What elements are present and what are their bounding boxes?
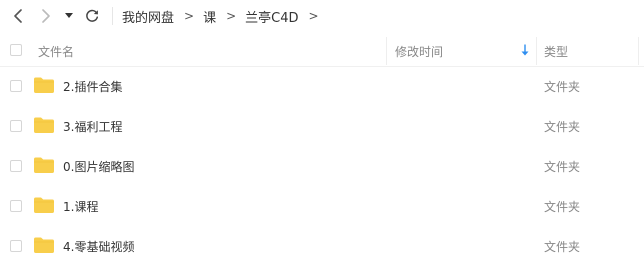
column-resize-handle[interactable]	[638, 37, 639, 65]
row-checkbox[interactable]	[10, 120, 22, 132]
row-checkbox[interactable]	[10, 240, 22, 252]
breadcrumb-separator[interactable]: >	[309, 9, 319, 23]
refresh-icon	[86, 9, 99, 22]
chevron-left-icon	[14, 9, 22, 23]
column-resize-handle[interactable]	[536, 37, 537, 65]
folder-icon	[34, 117, 54, 133]
breadcrumb-separator: >	[226, 9, 237, 23]
file-type: 文件夹	[544, 240, 581, 254]
toolbar: 我的网盘 > 课 > 兰亭C4D >	[0, 0, 644, 32]
triangle-down-icon	[65, 13, 73, 18]
history-dropdown-button[interactable]	[62, 6, 76, 26]
file-name[interactable]: 4.零基础视频	[63, 238, 134, 255]
breadcrumb-separator: >	[184, 9, 195, 23]
table-row[interactable]: 1.课程 文件夹	[0, 186, 644, 226]
column-header-name[interactable]: 文件名	[38, 43, 74, 60]
row-checkbox[interactable]	[10, 160, 22, 172]
toolbar-divider	[112, 7, 113, 25]
back-button[interactable]	[9, 6, 27, 26]
folder-icon	[34, 157, 54, 173]
table-row[interactable]: 4.零基础视频 文件夹	[0, 226, 644, 266]
file-name[interactable]: 2.插件合集	[63, 78, 122, 95]
table-row[interactable]: 2.插件合集 文件夹	[0, 66, 644, 106]
file-type: 文件夹	[544, 160, 581, 174]
folder-icon	[34, 77, 54, 93]
file-type: 文件夹	[544, 200, 581, 214]
file-name[interactable]: 1.课程	[63, 198, 98, 215]
column-header-modified[interactable]: 修改时间	[395, 43, 443, 60]
table-row[interactable]: 3.福利工程 文件夹	[0, 106, 644, 146]
breadcrumb-item-course[interactable]: 课	[203, 7, 216, 26]
file-list: 2.插件合集 文件夹 3.福利工程 文件夹 0.图片缩略图 文件夹 1.课程 文…	[0, 66, 644, 266]
file-type: 文件夹	[544, 120, 581, 134]
table-row[interactable]: 0.图片缩略图 文件夹	[0, 146, 644, 186]
folder-icon	[34, 197, 54, 213]
column-header-type[interactable]: 类型	[544, 43, 568, 60]
refresh-button[interactable]	[82, 6, 102, 26]
row-checkbox[interactable]	[10, 200, 22, 212]
arrow-down-icon[interactable]	[519, 43, 531, 57]
file-browser-window: 我的网盘 > 课 > 兰亭C4D > 文件名 修改时间 类型 2.插件合集 文件…	[0, 0, 644, 273]
row-checkbox[interactable]	[10, 80, 22, 92]
breadcrumb-item-current[interactable]: 兰亭C4D	[245, 7, 298, 26]
table-header: 文件名 修改时间 类型	[0, 35, 644, 67]
forward-button[interactable]	[37, 6, 55, 26]
breadcrumb: 我的网盘 > 课 > 兰亭C4D >	[122, 0, 328, 32]
file-name[interactable]: 0.图片缩略图	[63, 158, 134, 175]
file-type: 文件夹	[544, 80, 581, 94]
file-name[interactable]: 3.福利工程	[63, 118, 122, 135]
breadcrumb-item-root[interactable]: 我的网盘	[122, 7, 174, 26]
chevron-right-icon	[42, 9, 50, 23]
select-all-checkbox[interactable]	[10, 44, 22, 56]
column-resize-handle[interactable]	[386, 37, 387, 65]
folder-icon	[34, 237, 54, 253]
